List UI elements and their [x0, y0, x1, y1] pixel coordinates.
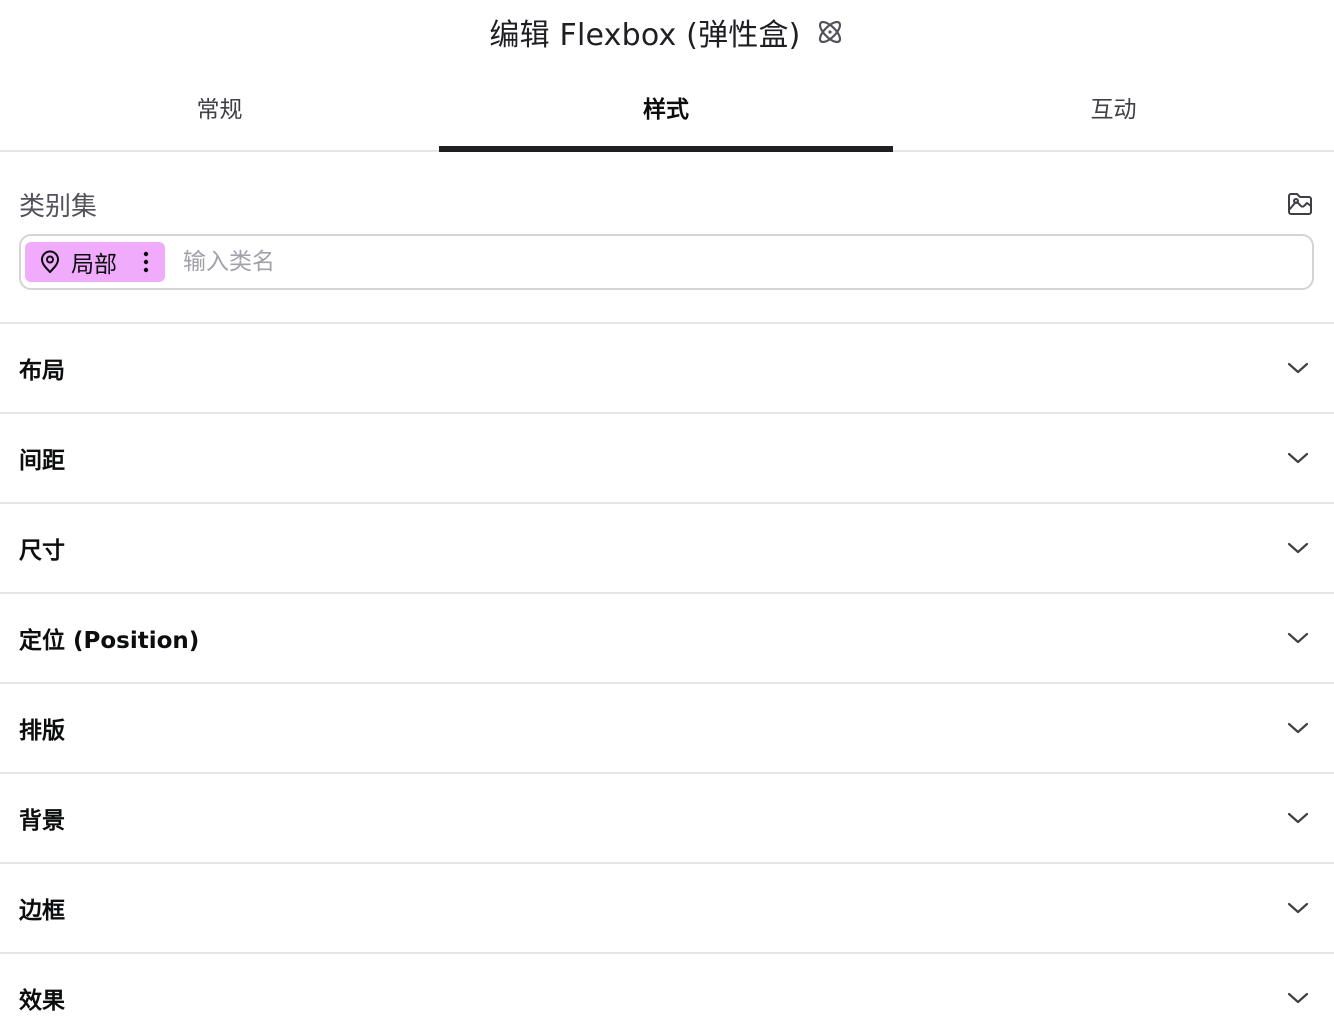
- section-title: 效果: [19, 988, 65, 1014]
- chevron-down-icon: [1286, 626, 1310, 650]
- tab-interactions[interactable]: 互动: [893, 64, 1334, 150]
- section-size[interactable]: 尺寸: [0, 504, 1334, 594]
- tab-label: 互动: [1090, 97, 1137, 123]
- section-effects[interactable]: 效果: [0, 954, 1334, 1028]
- section-spacing[interactable]: 间距: [0, 414, 1334, 504]
- section-title: 尺寸: [19, 538, 65, 564]
- class-name-input[interactable]: [181, 248, 1308, 276]
- editor-panel: 编辑 Flexbox (弹性盒) 常规 样式 互动 类别集 局部 输入类名 布局…: [0, 0, 1334, 1028]
- section-title: 排版: [19, 718, 65, 744]
- class-selector-header: 类别集: [19, 180, 1314, 228]
- section-title: 背景: [19, 808, 65, 834]
- class-selector-label: 类别集: [19, 191, 98, 222]
- section-background[interactable]: 背景: [0, 774, 1334, 864]
- more-vertical-icon[interactable]: [137, 246, 155, 278]
- tab-bar: 常规 样式 互动: [0, 64, 1334, 152]
- chip-label: 局部: [71, 252, 117, 278]
- panel-title: 编辑 Flexbox (弹性盒): [489, 18, 801, 53]
- section-title: 边框: [19, 898, 65, 924]
- chevron-down-icon: [1286, 896, 1310, 920]
- atom-icon[interactable]: [815, 17, 845, 47]
- class-selector: 类别集 局部: [0, 152, 1334, 324]
- section-layout[interactable]: 布局: [0, 324, 1334, 414]
- class-input-field[interactable]: 局部: [19, 234, 1314, 290]
- tab-label: 常规: [196, 97, 243, 123]
- section-title: 布局: [19, 358, 65, 384]
- panel-header: 编辑 Flexbox (弹性盒): [0, 0, 1334, 64]
- local-class-chip[interactable]: 局部: [25, 242, 165, 282]
- section-typography[interactable]: 排版: [0, 684, 1334, 774]
- location-pin-icon: [37, 249, 63, 275]
- chevron-down-icon: [1286, 536, 1310, 560]
- section-title: 定位 (Position): [19, 628, 200, 654]
- class-manager-icon[interactable]: [1284, 188, 1316, 220]
- tab-general[interactable]: 常规: [0, 64, 439, 150]
- chevron-down-icon: [1286, 806, 1310, 830]
- chevron-down-icon: [1286, 986, 1310, 1010]
- chevron-down-icon: [1286, 356, 1310, 380]
- tab-label: 样式: [643, 97, 689, 123]
- section-title: 间距: [19, 448, 65, 474]
- chevron-down-icon: [1286, 716, 1310, 740]
- section-border[interactable]: 边框: [0, 864, 1334, 954]
- section-position[interactable]: 定位 (Position): [0, 594, 1334, 684]
- tab-style[interactable]: 样式: [439, 64, 893, 152]
- chevron-down-icon: [1286, 446, 1310, 470]
